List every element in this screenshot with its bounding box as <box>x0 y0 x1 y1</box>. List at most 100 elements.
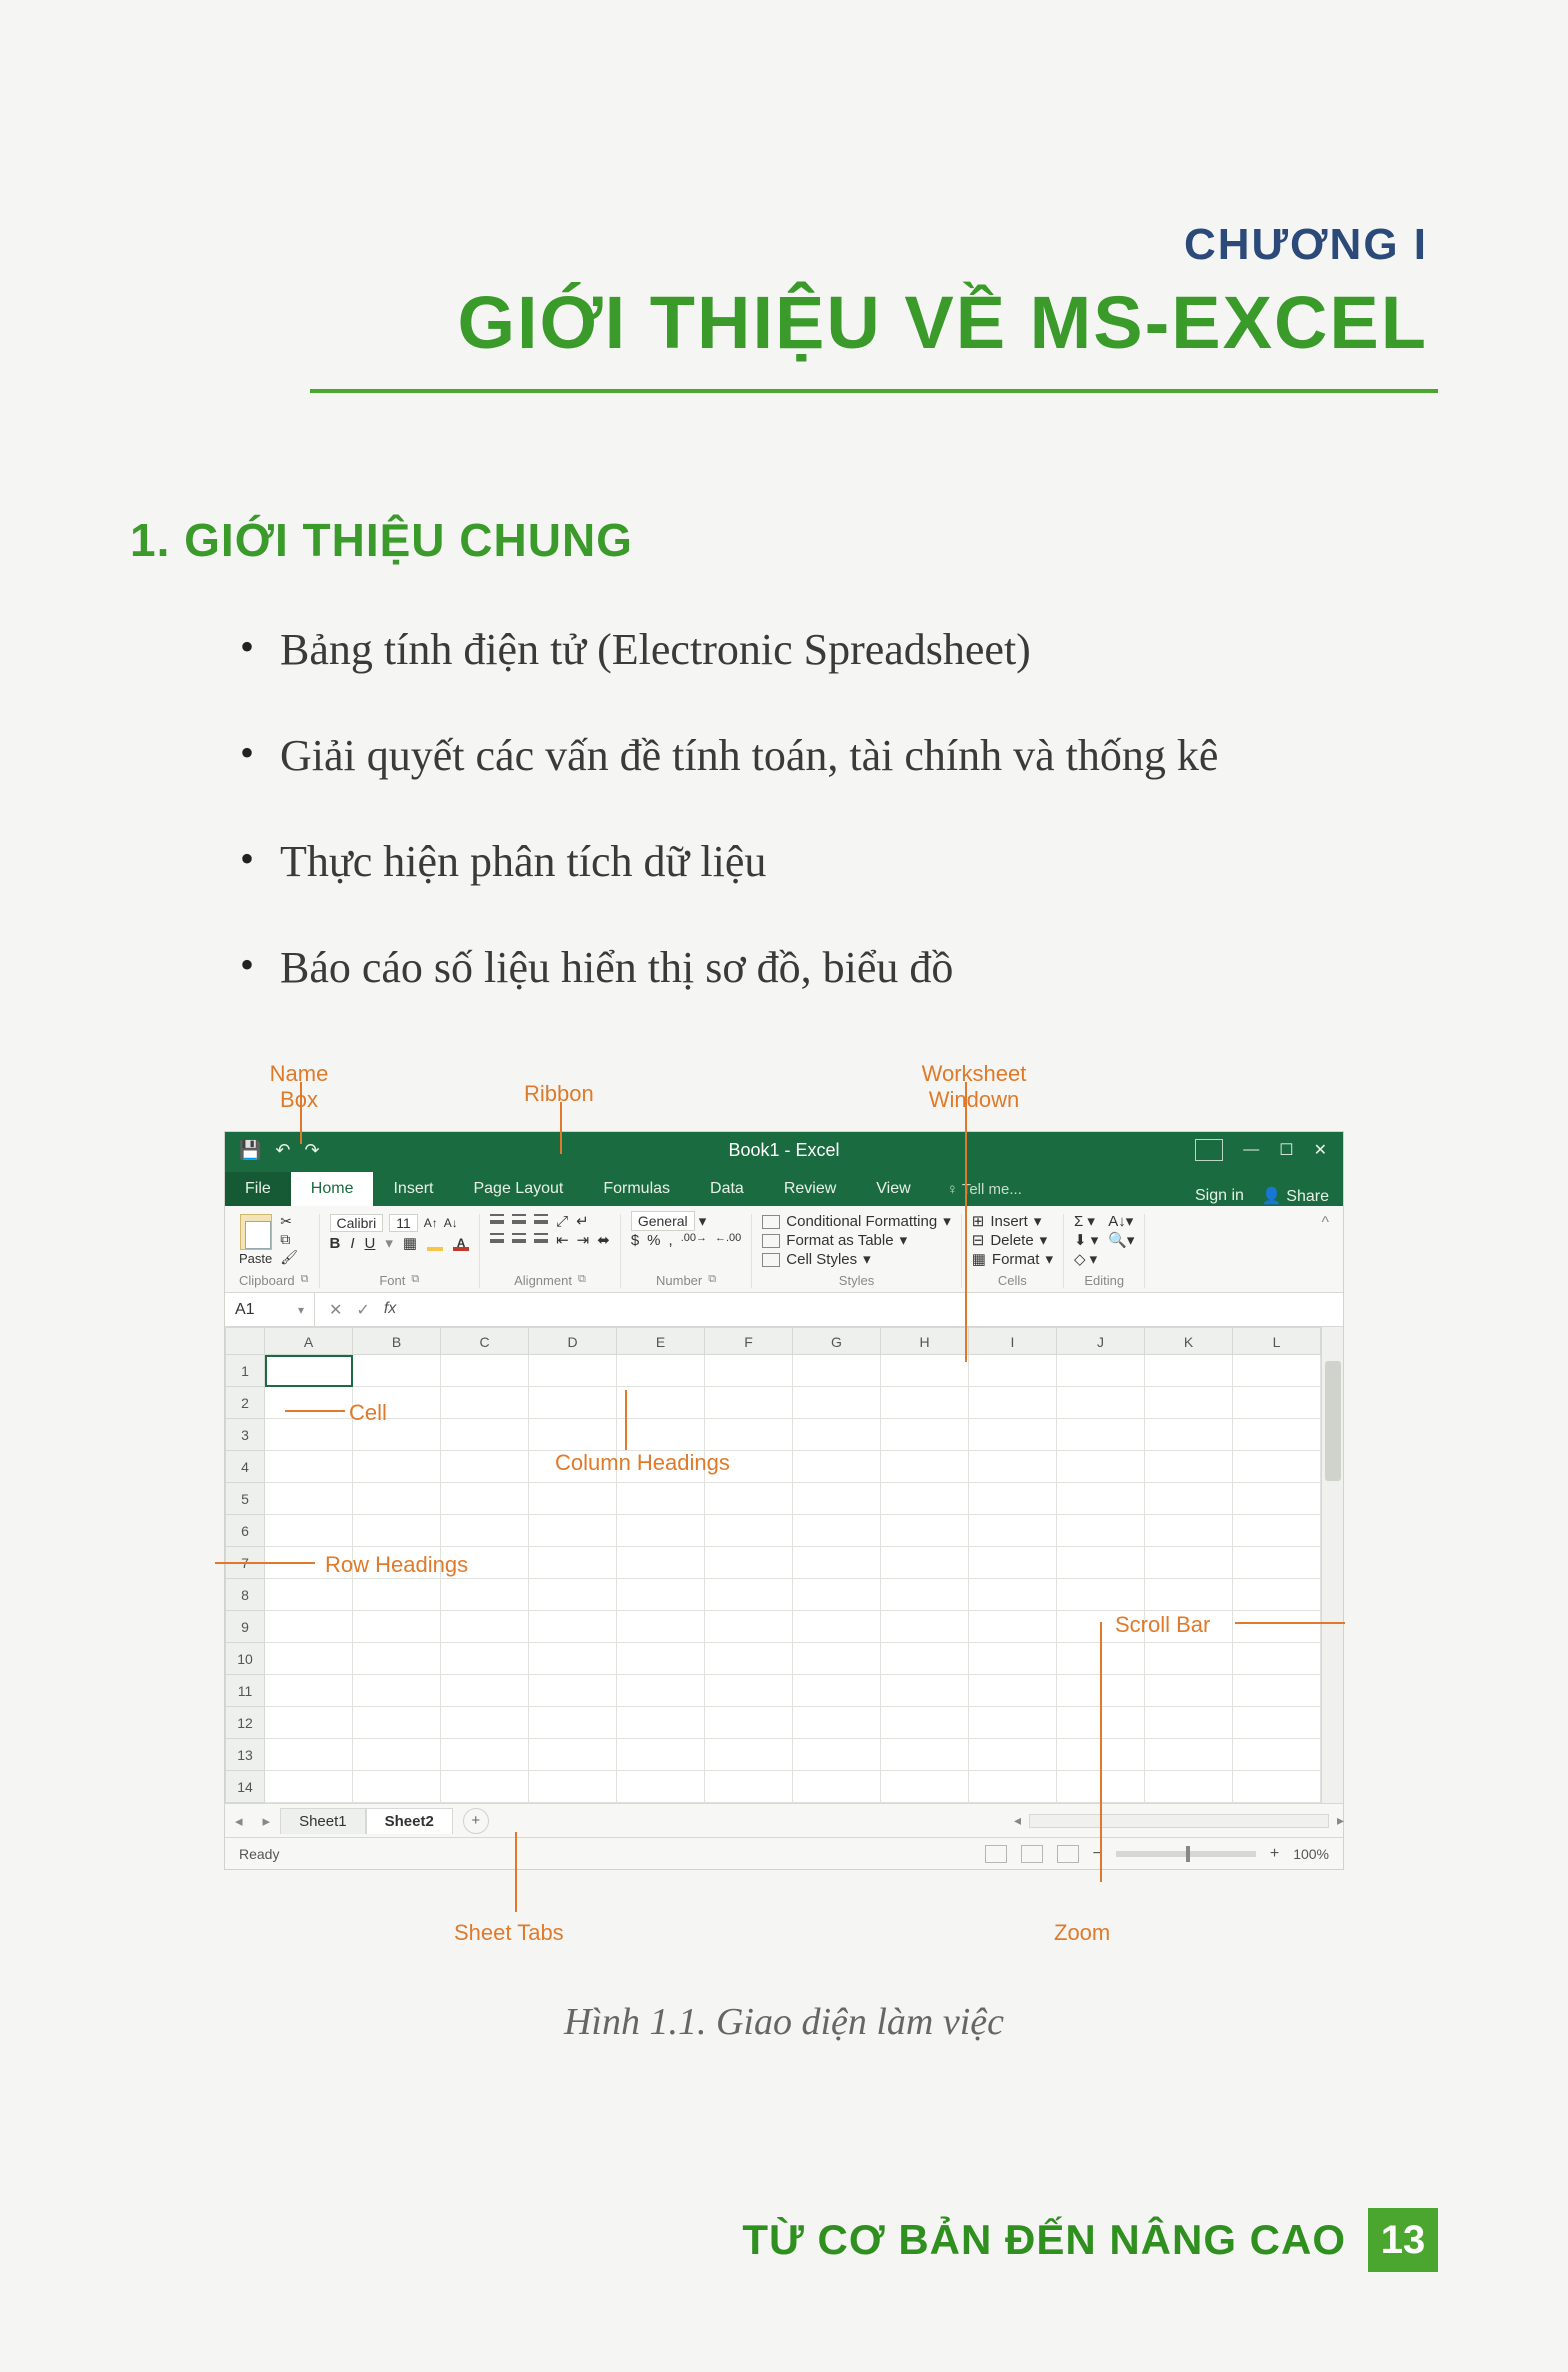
cell[interactable] <box>1057 1739 1145 1771</box>
minimize-icon[interactable]: — <box>1243 1141 1259 1159</box>
close-icon[interactable]: ✕ <box>1314 1140 1327 1160</box>
cell[interactable] <box>617 1771 705 1803</box>
cell[interactable] <box>969 1739 1057 1771</box>
insert-cells-button[interactable]: ⊞ Insert ▾ <box>972 1214 1053 1229</box>
cell[interactable] <box>353 1643 441 1675</box>
redo-icon[interactable]: ↷ <box>305 1140 320 1161</box>
insert-function-icon[interactable]: fx <box>384 1300 396 1320</box>
cell[interactable] <box>881 1707 969 1739</box>
format-painter-icon[interactable]: 🖌 <box>280 1250 298 1264</box>
cell[interactable] <box>353 1707 441 1739</box>
cell[interactable] <box>969 1419 1057 1451</box>
cell[interactable] <box>529 1547 617 1579</box>
tab-formulas[interactable]: Formulas <box>583 1172 690 1206</box>
sheet-tab[interactable]: Sheet2 <box>366 1808 453 1834</box>
cell[interactable] <box>1057 1771 1145 1803</box>
cell[interactable] <box>441 1675 529 1707</box>
cell[interactable] <box>617 1643 705 1675</box>
underline-button[interactable]: U <box>365 1236 376 1251</box>
cell[interactable] <box>529 1579 617 1611</box>
cell[interactable] <box>705 1707 793 1739</box>
cell[interactable] <box>1145 1547 1233 1579</box>
cell[interactable] <box>793 1515 881 1547</box>
cell[interactable] <box>353 1547 441 1579</box>
cell[interactable] <box>705 1483 793 1515</box>
column-heading[interactable]: L <box>1233 1327 1321 1355</box>
cell[interactable] <box>705 1355 793 1387</box>
align-center-icon[interactable] <box>512 1233 526 1243</box>
cell[interactable] <box>617 1707 705 1739</box>
cell[interactable] <box>265 1515 353 1547</box>
tab-view[interactable]: View <box>856 1172 930 1206</box>
cell[interactable] <box>1233 1739 1321 1771</box>
cell[interactable] <box>529 1387 617 1419</box>
increase-font-icon[interactable]: A↑ <box>424 1217 438 1229</box>
align-top-icon[interactable] <box>490 1214 504 1224</box>
cell[interactable] <box>705 1675 793 1707</box>
cell[interactable] <box>265 1419 353 1451</box>
cell[interactable] <box>705 1739 793 1771</box>
cell[interactable] <box>1233 1387 1321 1419</box>
row-heading[interactable]: 9 <box>225 1611 265 1643</box>
ribbon-options-icon[interactable] <box>1195 1139 1223 1161</box>
font-size-select[interactable]: 11 <box>389 1214 418 1232</box>
cell[interactable] <box>881 1579 969 1611</box>
cell[interactable] <box>1145 1739 1233 1771</box>
cell[interactable] <box>969 1675 1057 1707</box>
cell[interactable] <box>1145 1451 1233 1483</box>
cell[interactable] <box>353 1771 441 1803</box>
tab-insert[interactable]: Insert <box>373 1172 453 1206</box>
align-left-icon[interactable] <box>490 1233 504 1243</box>
row-heading[interactable]: 3 <box>225 1419 265 1451</box>
row-heading[interactable]: 1 <box>225 1355 265 1387</box>
cell[interactable] <box>881 1547 969 1579</box>
cell[interactable] <box>441 1739 529 1771</box>
cell[interactable] <box>441 1547 529 1579</box>
tab-home[interactable]: Home <box>291 1172 374 1206</box>
cell[interactable] <box>1057 1483 1145 1515</box>
cell[interactable] <box>1145 1643 1233 1675</box>
cell[interactable] <box>1057 1707 1145 1739</box>
column-heading[interactable]: K <box>1145 1327 1233 1355</box>
row-heading[interactable]: 11 <box>225 1675 265 1707</box>
cell[interactable] <box>265 1355 353 1387</box>
wrap-text-icon[interactable]: ↵ <box>576 1214 589 1229</box>
cell[interactable] <box>1145 1611 1233 1643</box>
name-box[interactable]: A1▾ <box>225 1293 315 1326</box>
cell[interactable] <box>793 1611 881 1643</box>
dialog-launcher-icon[interactable]: ⧉ <box>578 1273 586 1288</box>
cell[interactable] <box>793 1419 881 1451</box>
sheet-nav-next-icon[interactable]: ▸ <box>253 1812 281 1830</box>
cancel-formula-icon[interactable]: ✕ <box>329 1300 342 1320</box>
save-icon[interactable]: 💾 <box>239 1140 261 1161</box>
cell[interactable] <box>1145 1675 1233 1707</box>
cell[interactable] <box>441 1643 529 1675</box>
cell[interactable] <box>705 1515 793 1547</box>
zoom-in-button[interactable]: + <box>1270 1845 1279 1863</box>
column-heading[interactable]: E <box>617 1327 705 1355</box>
number-format-select[interactable]: General <box>631 1211 695 1231</box>
cell[interactable] <box>705 1419 793 1451</box>
orientation-icon[interactable]: ⤢ <box>556 1214 568 1229</box>
paste-button[interactable]: Paste <box>239 1214 272 1265</box>
cell[interactable] <box>881 1611 969 1643</box>
cell[interactable] <box>793 1739 881 1771</box>
cell[interactable] <box>1145 1483 1233 1515</box>
cell[interactable] <box>265 1483 353 1515</box>
cell[interactable] <box>529 1451 617 1483</box>
font-color-icon[interactable]: A <box>453 1237 469 1251</box>
cell[interactable] <box>265 1739 353 1771</box>
cell[interactable] <box>793 1771 881 1803</box>
column-heading[interactable]: B <box>353 1327 441 1355</box>
sheet-nav-prev-icon[interactable]: ◂ <box>225 1812 253 1830</box>
cell[interactable] <box>1057 1611 1145 1643</box>
cell[interactable] <box>1057 1387 1145 1419</box>
indent-increase-icon[interactable]: ⇥ <box>577 1233 590 1248</box>
cell[interactable] <box>1057 1579 1145 1611</box>
format-cells-button[interactable]: ▦ Format ▾ <box>972 1252 1053 1267</box>
cell[interactable] <box>705 1611 793 1643</box>
cell[interactable] <box>441 1515 529 1547</box>
cell[interactable] <box>969 1387 1057 1419</box>
row-heading[interactable]: 7 <box>225 1547 265 1579</box>
cell[interactable] <box>969 1643 1057 1675</box>
